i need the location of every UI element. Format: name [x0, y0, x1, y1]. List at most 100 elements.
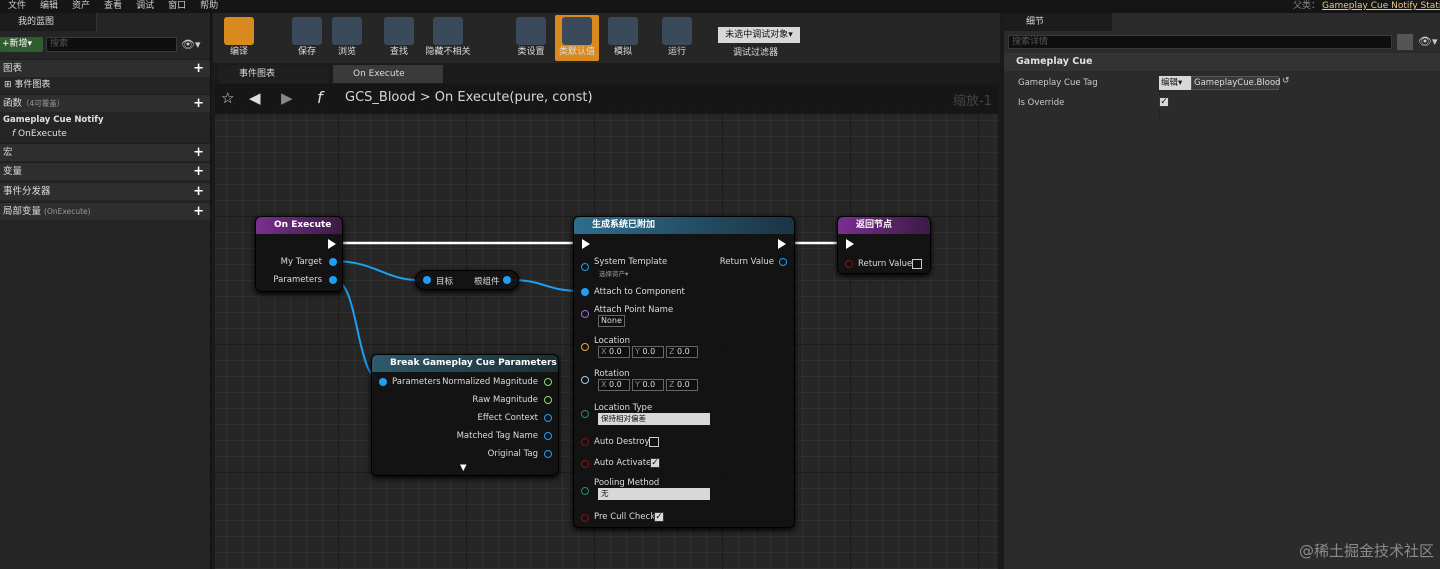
attach-point-input[interactable]: None	[598, 315, 625, 327]
blueprint-toolbar: 编译 保存 浏览 查找 隐藏不相关 类设置 类默认值 模拟 运行 未选中调试对象…	[213, 13, 1000, 63]
functions-override-count: （4可覆盖）	[22, 99, 65, 108]
run-button[interactable]: 运行	[659, 15, 695, 61]
exec-out-pin[interactable]	[328, 239, 336, 249]
menu-debug[interactable]: 调试	[136, 0, 154, 13]
add-macro-icon[interactable]: +	[193, 144, 204, 162]
attach-component-pin[interactable]	[581, 288, 589, 296]
menu-asset[interactable]: 资产	[72, 0, 90, 13]
save-button[interactable]: 保存	[289, 15, 325, 61]
matched-tag-label: Matched Tag Name	[456, 431, 538, 441]
hide-unrelated-label: 隐藏不相关	[425, 47, 471, 57]
expand-arrow-icon[interactable]: ▼	[460, 463, 467, 473]
pooling-method-pin[interactable]	[581, 487, 589, 495]
view-options-icon[interactable]: 👁▾	[181, 37, 205, 52]
return-value-checkbox[interactable]	[912, 259, 922, 269]
menu-help[interactable]: 帮助	[200, 0, 218, 13]
x-axis-label: X	[601, 380, 607, 389]
rotation-x-input[interactable]: X 0.0	[598, 379, 630, 391]
debug-object-select[interactable]: 未选中调试对象▾	[718, 27, 800, 43]
event-graph-item[interactable]: ⊞ 事件图表	[0, 77, 210, 93]
return-value-pin[interactable]	[845, 260, 853, 268]
location-y-input[interactable]: Y 0.0	[632, 346, 664, 358]
return-node[interactable]: 返回节点 Return Value	[837, 216, 931, 274]
select-asset-dropdown[interactable]: 选择资产▾	[599, 268, 628, 278]
menu-file[interactable]: 文件	[8, 0, 26, 13]
grid-view-icon[interactable]	[1397, 34, 1413, 50]
location-pin[interactable]	[581, 343, 589, 351]
node-title: Break Gameplay Cue Parameters	[372, 355, 558, 372]
find-button[interactable]: 查找	[381, 15, 417, 61]
rotation-z-input[interactable]: Z 0.0	[666, 379, 698, 391]
section-variables[interactable]: 变量 +	[0, 162, 210, 180]
effect-context-pin[interactable]	[544, 414, 552, 422]
location-type-dropdown[interactable]: 保持相对偏差	[598, 413, 710, 425]
location-x-input[interactable]: X 0.0	[598, 346, 630, 358]
add-dispatcher-icon[interactable]: +	[193, 183, 204, 201]
auto-destroy-pin[interactable]	[581, 438, 589, 446]
add-variable-icon[interactable]: +	[193, 163, 204, 181]
target-in-pin[interactable]	[423, 276, 431, 284]
parameters-in-pin[interactable]	[379, 378, 387, 386]
spawn-system-attached-node[interactable]: 生成系统已附加 System Template 选择资产▾ Return Val…	[573, 216, 795, 528]
section-dispatchers[interactable]: 事件分发器 +	[0, 182, 210, 200]
auto-activate-checkbox[interactable]: ✓	[650, 458, 660, 468]
gameplay-cue-tag-value[interactable]: GameplayCue.Blood	[1191, 76, 1281, 90]
pre-cull-check-pin[interactable]	[581, 514, 589, 522]
add-function-icon[interactable]: +	[193, 95, 204, 113]
menu-window[interactable]: 窗口	[168, 0, 186, 13]
compile-button[interactable]: 编译	[217, 15, 261, 61]
reset-to-default-icon[interactable]: ↺	[1282, 76, 1290, 86]
auto-activate-pin[interactable]	[581, 460, 589, 468]
attach-point-pin[interactable]	[581, 310, 589, 318]
location-type-pin[interactable]	[581, 410, 589, 418]
section-graphs[interactable]: 图表 +	[0, 59, 210, 77]
tab-details[interactable]: 细节	[1004, 13, 1112, 31]
hide-unrelated-button[interactable]: 隐藏不相关	[421, 15, 475, 61]
add-graph-icon[interactable]: +	[193, 60, 204, 78]
details-search-input[interactable]: 搜索详情	[1008, 35, 1392, 49]
browse-button[interactable]: 浏览	[329, 15, 365, 61]
on-execute-entry-node[interactable]: On Execute My Target Parameters	[255, 216, 343, 292]
normalized-magnitude-pin[interactable]	[544, 378, 552, 386]
rotation-y-input[interactable]: Y 0.0	[632, 379, 664, 391]
menu-edit[interactable]: 编辑	[40, 0, 58, 13]
graph-canvas[interactable]: ☆ ◀ ▶ f GCS_Blood > On Execute(pure, con…	[215, 84, 998, 569]
menu-view[interactable]: 查看	[104, 0, 122, 13]
return-value-pin[interactable]	[779, 258, 787, 266]
rotation-pin[interactable]	[581, 376, 589, 384]
exec-in-pin[interactable]	[582, 239, 590, 249]
tab-event-graph[interactable]: 事件图表	[219, 65, 329, 83]
system-template-pin[interactable]	[581, 263, 589, 271]
location-z-input[interactable]: Z 0.0	[666, 346, 698, 358]
parameters-pin[interactable]	[329, 276, 337, 284]
matched-tag-pin[interactable]	[544, 432, 552, 440]
edit-tag-button[interactable]: 编辑▾	[1159, 76, 1191, 90]
exec-out-pin[interactable]	[778, 239, 786, 249]
auto-destroy-checkbox[interactable]	[649, 437, 659, 447]
break-gameplay-cue-params-node[interactable]: Break Gameplay Cue Parameters Parameters…	[371, 354, 559, 476]
section-local-variables[interactable]: 局部变量 (OnExecute) +	[0, 202, 210, 220]
tab-on-execute[interactable]: On Execute	[333, 65, 443, 83]
exec-in-pin[interactable]	[846, 239, 854, 249]
pooling-method-dropdown[interactable]: 无	[598, 488, 710, 500]
parent-class-link[interactable]: Gameplay Cue Notify Static	[1322, 0, 1440, 13]
on-execute-function-item[interactable]: f OnExecute	[0, 126, 210, 142]
blueprint-search-input[interactable]: 搜索	[46, 37, 177, 52]
is-override-checkbox[interactable]: ✓	[1159, 97, 1169, 107]
view-options-icon[interactable]: 👁▾	[1418, 35, 1438, 48]
class-defaults-button[interactable]: 类默认值	[555, 15, 599, 61]
pre-cull-check-checkbox[interactable]: ✓	[654, 512, 664, 522]
section-macros[interactable]: 宏 +	[0, 143, 210, 161]
tab-my-blueprint[interactable]: 我的蓝图	[0, 13, 97, 31]
class-settings-button[interactable]: 类设置	[511, 15, 551, 61]
original-tag-pin[interactable]	[544, 450, 552, 458]
get-root-component-node[interactable]: 目标 根组件	[415, 270, 519, 290]
simulate-button[interactable]: 模拟	[605, 15, 641, 61]
add-local-var-icon[interactable]: +	[193, 203, 204, 221]
root-component-out-pin[interactable]	[503, 276, 511, 284]
gameplay-cue-category[interactable]: Gameplay Cue	[1004, 53, 1440, 71]
raw-magnitude-pin[interactable]	[544, 396, 552, 404]
my-target-pin[interactable]	[329, 258, 337, 266]
section-functions[interactable]: 函数（4可覆盖） +	[0, 94, 210, 112]
add-new-button[interactable]: +新增▾	[0, 37, 43, 52]
